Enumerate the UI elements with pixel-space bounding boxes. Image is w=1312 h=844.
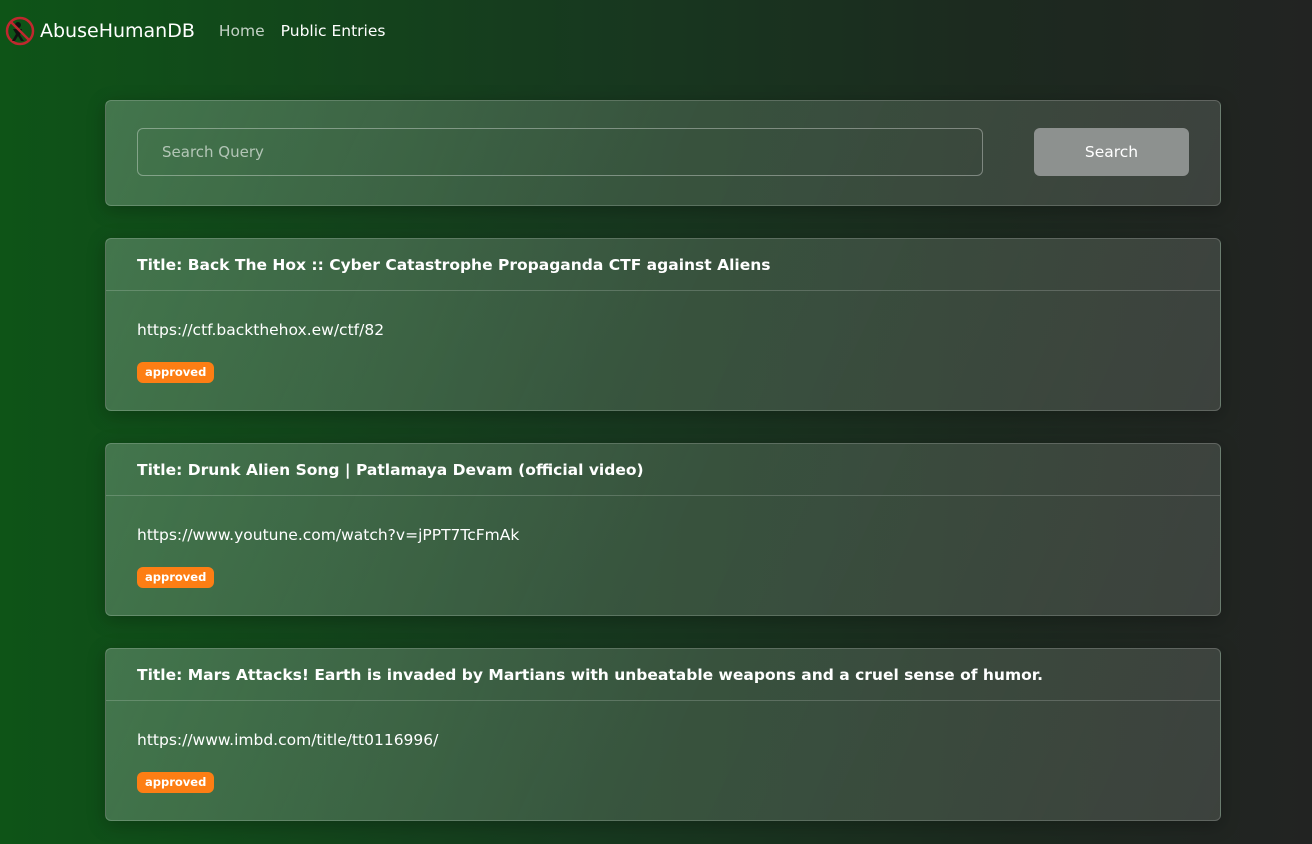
entry-title: Title: Mars Attacks! Earth is invaded by… [106, 649, 1220, 701]
entry-url: https://ctf.backthehox.ew/ctf/82 [137, 321, 385, 339]
entry-card: Title: Mars Attacks! Earth is invaded by… [105, 648, 1221, 821]
search-button[interactable]: Search [1034, 128, 1189, 176]
status-badge: approved [137, 362, 215, 383]
entry-card: Title: Drunk Alien Song | Patlamaya Deva… [105, 443, 1221, 616]
navbar: AbuseHumanDB Home Public Entries [0, 0, 1312, 62]
status-badge: approved [137, 567, 215, 588]
search-input[interactable] [137, 128, 983, 176]
entry-url: https://www.youtune.com/watch?v=jPPT7TcF… [137, 526, 520, 544]
entry-title: Title: Back The Hox :: Cyber Catastrophe… [106, 239, 1220, 291]
entry-card: Title: Back The Hox :: Cyber Catastrophe… [105, 238, 1221, 411]
nav-home-link[interactable]: Home [219, 22, 265, 40]
status-badge: approved [137, 772, 215, 793]
search-panel: Search [105, 100, 1221, 206]
entry-url: https://www.imbd.com/title/tt0116996/ [137, 731, 439, 749]
entry-title: Title: Drunk Alien Song | Patlamaya Deva… [106, 444, 1220, 496]
brand-name: AbuseHumanDB [40, 20, 195, 42]
nav-public-entries-link[interactable]: Public Entries [281, 22, 386, 40]
brand-link[interactable]: AbuseHumanDB [5, 16, 195, 46]
no-human-icon [5, 16, 35, 46]
